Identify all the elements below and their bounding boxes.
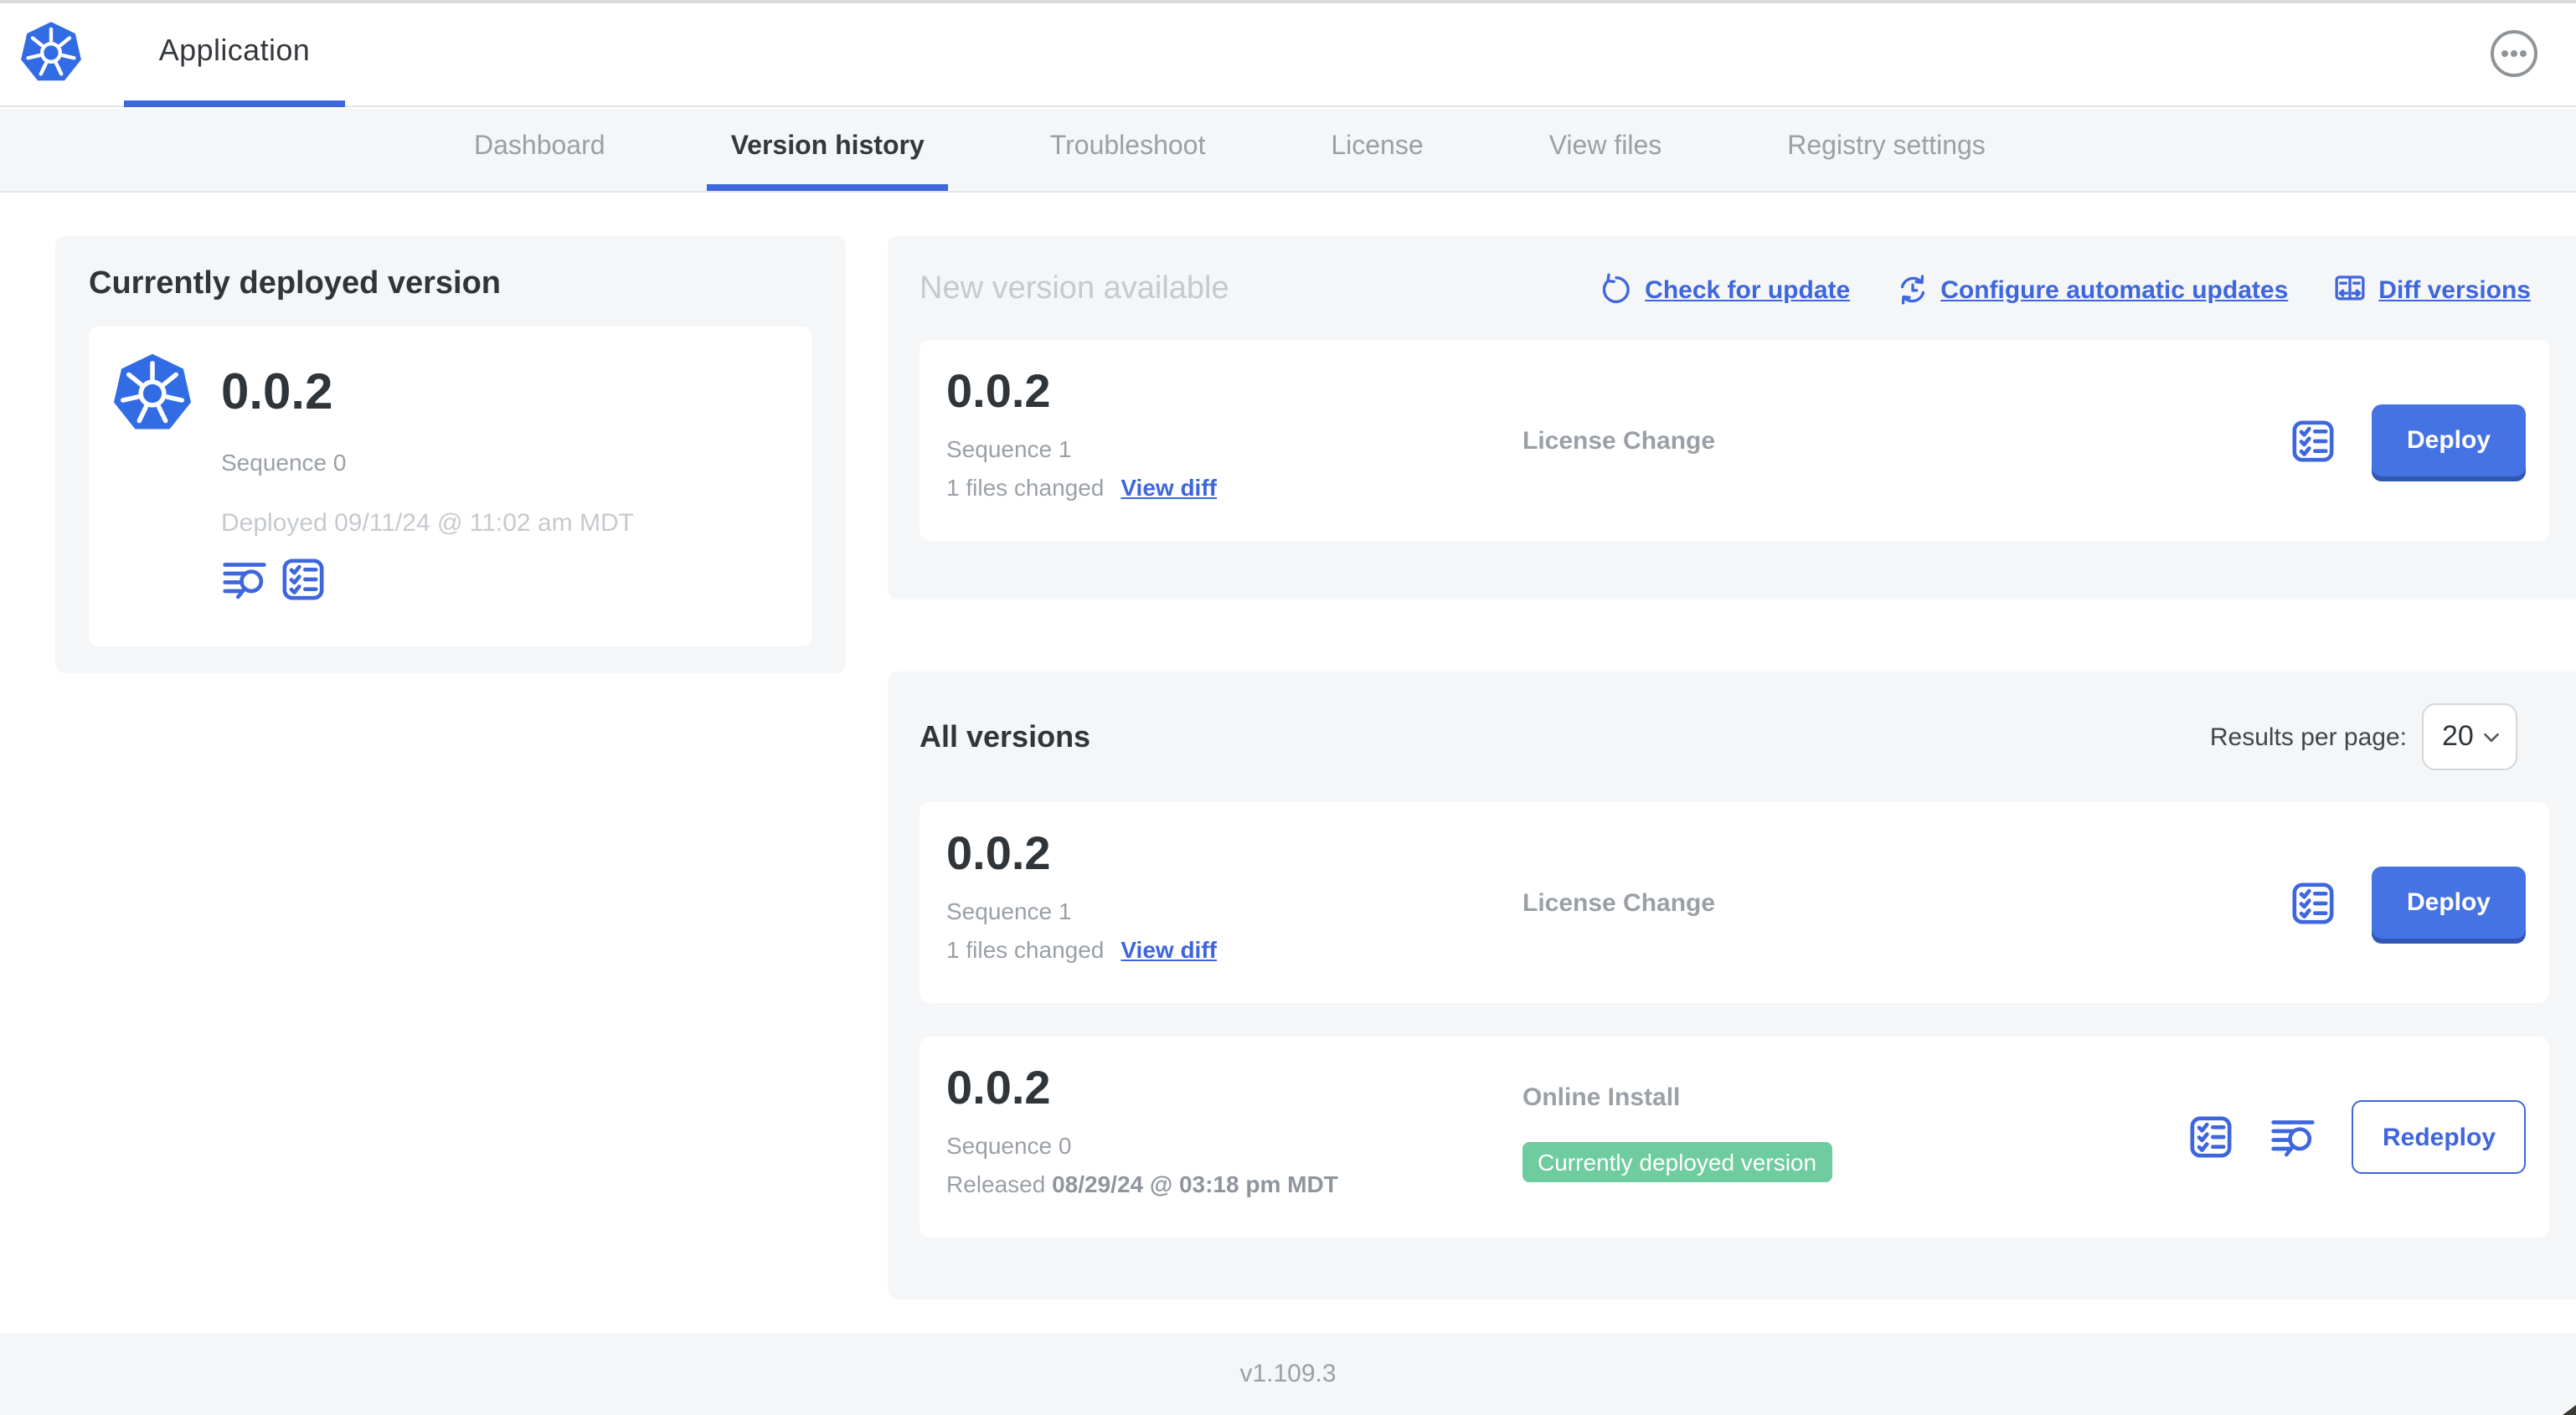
- section-nav: Dashboard Version history Troubleshoot L…: [0, 109, 2576, 193]
- tab-troubleshoot[interactable]: Troubleshoot: [1027, 109, 1229, 191]
- view-logs-icon[interactable]: [221, 556, 268, 603]
- check-for-update-label: Check for update: [1645, 275, 1851, 304]
- released-date: 08/29/24 @ 03:18 pm MDT: [1052, 1171, 1338, 1197]
- deploy-button[interactable]: Deploy: [2371, 404, 2526, 476]
- tab-dashboard[interactable]: Dashboard: [451, 109, 629, 191]
- currently-deployed-panel: Currently deployed version 0.0.2 Sequenc…: [55, 236, 846, 673]
- new-version-panel: New version available Check for update C…: [888, 236, 2576, 599]
- version-source: License Change: [1522, 888, 1716, 917]
- results-per-page-label: Results per page:: [2209, 723, 2407, 751]
- kubernetes-logo-icon: [21, 22, 81, 81]
- release-notes-icon[interactable]: [2290, 879, 2336, 926]
- version-number: 0.0.2: [946, 1062, 1051, 1114]
- version-row: 0.0.2 Sequence 0 Released 08/29/24 @ 03:…: [920, 1037, 2549, 1237]
- window-top-strip: [0, 0, 2576, 3]
- app-footer: v1.109.3: [0, 1333, 2576, 1415]
- version-source: License Change: [1522, 426, 1716, 455]
- refresh-icon: [1602, 273, 1630, 303]
- tab-registry-settings[interactable]: Registry settings: [1764, 109, 2009, 191]
- release-notes-icon[interactable]: [2188, 1114, 2235, 1160]
- release-notes-icon[interactable]: [2290, 417, 2336, 464]
- app-tab-application[interactable]: Application: [124, 0, 345, 107]
- tab-view-files[interactable]: View files: [1526, 109, 1686, 191]
- diff-versions-label: Diff versions: [2378, 275, 2531, 304]
- console-version: v1.109.3: [1239, 1360, 1337, 1388]
- results-per-page-select[interactable]: 20: [2422, 703, 2517, 770]
- version-row: 0.0.2 Sequence 1 1 files changed View di…: [920, 802, 2549, 1003]
- current-version-number: 0.0.2: [221, 365, 333, 420]
- check-for-update-link[interactable]: Check for update: [1600, 273, 1850, 306]
- files-changed-label: 1 files changed: [946, 936, 1105, 963]
- current-deployed-timestamp: Deployed 09/11/24 @ 11:02 am MDT: [221, 509, 634, 538]
- current-sequence: Sequence 0: [221, 449, 347, 476]
- kubernetes-app-icon: [113, 353, 192, 430]
- app-header: Application: [0, 0, 2576, 107]
- all-versions-title: All versions: [920, 719, 1091, 753]
- view-logs-icon[interactable]: [2270, 1114, 2317, 1160]
- tab-license[interactable]: License: [1307, 109, 1446, 191]
- version-sequence: Sequence 1: [946, 435, 1072, 462]
- currently-deployed-title: Currently deployed version: [89, 266, 502, 301]
- tab-version-history[interactable]: Version history: [707, 109, 948, 191]
- view-diff-link[interactable]: View diff: [1121, 936, 1217, 963]
- view-diff-link[interactable]: View diff: [1121, 474, 1217, 501]
- new-version-row: 0.0.2 Sequence 1 1 files changed View di…: [920, 340, 2549, 541]
- all-versions-panel: All versions Results per page: 20 0.0.2 …: [888, 671, 2576, 1299]
- app-title: Application: [158, 33, 311, 66]
- version-source: Online Install: [1522, 1083, 1681, 1112]
- diff-versions-link[interactable]: Diff versions: [2333, 273, 2531, 306]
- currently-deployed-badge: Currently deployed version: [1522, 1142, 1832, 1182]
- version-sequence: Sequence 0: [946, 1132, 1072, 1159]
- ellipsis-menu-icon[interactable]: [2489, 28, 2539, 79]
- app-viewport: Application Dashboard Version history Tr…: [0, 0, 2576, 1415]
- version-number: 0.0.2: [946, 827, 1051, 879]
- new-version-title: New version available: [920, 271, 1229, 306]
- diff-icon: [2335, 275, 2365, 301]
- files-changed-label: 1 files changed: [946, 474, 1105, 501]
- update-schedule-icon: [1900, 275, 1924, 305]
- version-sequence: Sequence 1: [946, 898, 1072, 924]
- redeploy-button[interactable]: Redeploy: [2352, 1100, 2526, 1174]
- version-number: 0.0.2: [946, 365, 1051, 417]
- configure-automatic-updates-link[interactable]: Configure automatic updates: [1895, 273, 2288, 306]
- deploy-button[interactable]: Deploy: [2371, 867, 2526, 939]
- version-released-timestamp: Released 08/29/24 @ 03:18 pm MDT: [946, 1171, 1338, 1197]
- currently-deployed-card: 0.0.2 Sequence 0 Deployed 09/11/24 @ 11:…: [89, 327, 812, 646]
- release-notes-icon[interactable]: [280, 556, 327, 603]
- results-per-page-value: 20: [2442, 720, 2474, 752]
- released-label: Released: [946, 1171, 1046, 1197]
- chevron-down-icon: [2484, 732, 2499, 742]
- configure-automatic-updates-label: Configure automatic updates: [1940, 275, 2289, 304]
